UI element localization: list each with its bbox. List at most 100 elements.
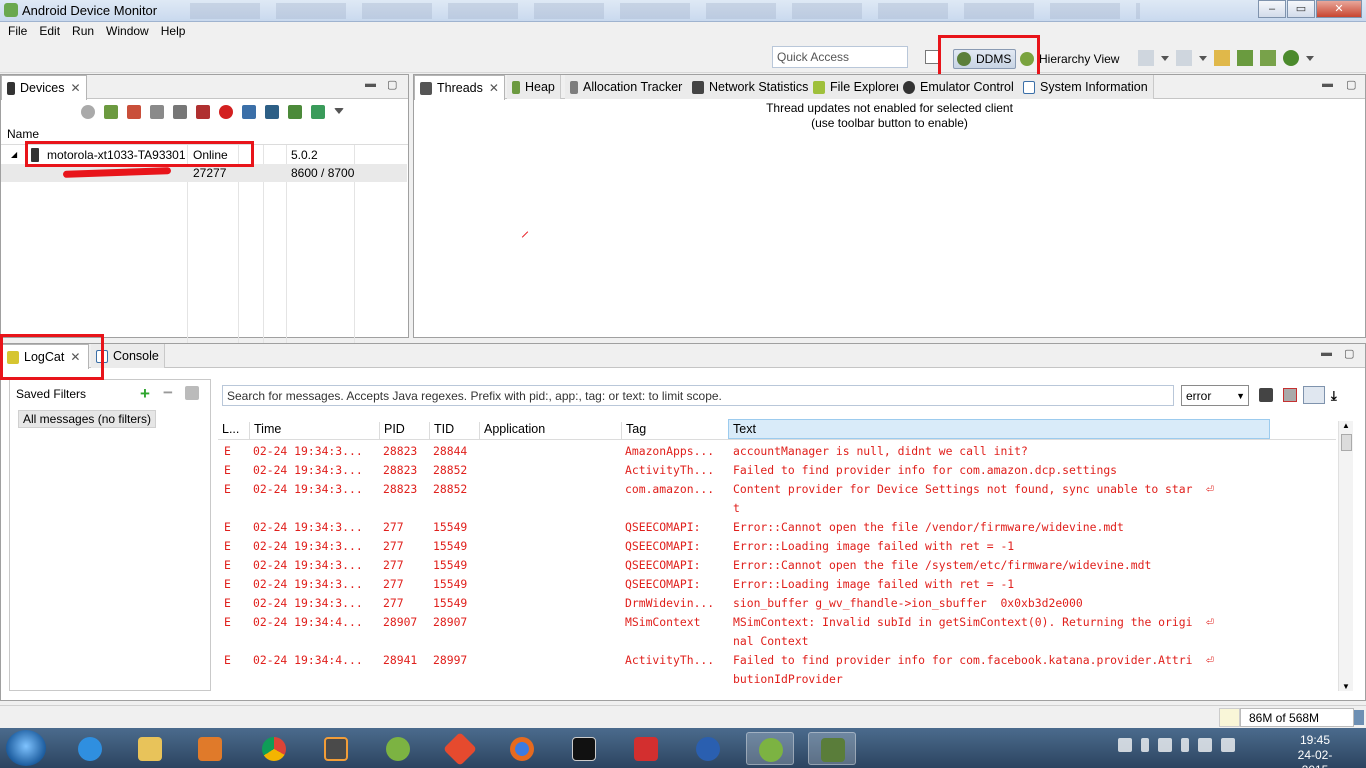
- col-text[interactable]: Text: [728, 419, 1270, 439]
- tab-network-statistics[interactable]: Network Statistics: [687, 75, 815, 99]
- thunderbird-taskbar-button[interactable]: [684, 732, 732, 765]
- menu-help[interactable]: Help: [155, 22, 192, 41]
- open-perspective-icon[interactable]: [925, 50, 939, 64]
- log-row[interactable]: E 02-24 19:34:3... 28823 28852 ActivityTh...…: [218, 463, 1336, 482]
- log-row[interactable]: E 02-24 19:34:3... 277 15549 DrmWidevin... si…: [218, 596, 1336, 615]
- edit-filter-icon[interactable]: [185, 386, 199, 400]
- filter-all-messages[interactable]: All messages (no filters): [18, 410, 157, 428]
- tab-devices[interactable]: Devices ✕: [1, 75, 87, 100]
- col-level[interactable]: L...: [218, 422, 250, 440]
- menu-run[interactable]: Run: [66, 22, 100, 41]
- log-row[interactable]: E 02-24 19:34:3... 28823 28844 AmazonApps...…: [218, 444, 1336, 463]
- log-level-select[interactable]: error ▼: [1181, 385, 1249, 406]
- systrace-icon[interactable]: [288, 105, 302, 119]
- col-pid[interactable]: PID: [379, 422, 429, 440]
- media-player-taskbar-button[interactable]: [186, 732, 234, 765]
- minimize-button[interactable]: –: [1258, 0, 1286, 18]
- menu-file[interactable]: File: [2, 22, 33, 41]
- screen-capture-icon[interactable]: [242, 105, 256, 119]
- opengl-trace-icon[interactable]: [311, 105, 325, 119]
- stop-process-icon[interactable]: [219, 105, 233, 119]
- dump-view-hierarchy-icon[interactable]: [265, 105, 279, 119]
- tab-heap[interactable]: Heap: [507, 75, 561, 99]
- maximize-button[interactable]: ▭: [1287, 0, 1315, 18]
- start-button[interactable]: [6, 730, 46, 766]
- col-application[interactable]: Application: [479, 422, 621, 440]
- scrollbar-thumb[interactable]: [1341, 434, 1352, 451]
- dropdown-arrow-icon-3[interactable]: [1306, 56, 1314, 61]
- log-row[interactable]: E 02-24 19:34:3... 277 15549 QSEECOMAPI: Erro…: [218, 577, 1336, 596]
- tab-emulator-control[interactable]: Emulator Control: [898, 75, 1020, 99]
- minimize-icon[interactable]: ▬: [1322, 78, 1333, 90]
- minimize-icon[interactable]: ▬: [1321, 347, 1332, 359]
- menu-window[interactable]: Window: [100, 22, 155, 41]
- minimize-icon[interactable]: ▬: [365, 78, 376, 90]
- logcat-vertical-scrollbar[interactable]: ▲ ▼: [1338, 421, 1353, 691]
- flag-icon[interactable]: [1158, 738, 1172, 752]
- log-row[interactable]: E 02-24 19:34:4... 28941 28997 ActivityTh...…: [218, 653, 1336, 691]
- log-row[interactable]: E 02-24 19:34:3... 277 15549 QSEECOMAPI: Erro…: [218, 539, 1336, 558]
- tab-file-explorer[interactable]: File Explorer: [808, 75, 907, 99]
- dump-hprof-icon[interactable]: [127, 105, 141, 119]
- run-icon[interactable]: [1283, 50, 1299, 66]
- update-heap-icon[interactable]: [104, 105, 118, 119]
- log-row[interactable]: E 02-24 19:34:3... 28823 28852 com.amazon...…: [218, 482, 1336, 520]
- tab-system-information[interactable]: System Information: [1018, 75, 1154, 99]
- log-row[interactable]: E 02-24 19:34:3... 277 15549 QSEECOMAPI: Erro…: [218, 520, 1336, 539]
- ddms-taskbar-button[interactable]: [808, 732, 856, 765]
- scroll-lock-icon[interactable]: ⤓: [1331, 388, 1337, 404]
- explorer-taskbar-button[interactable]: [126, 732, 174, 765]
- tab-threads[interactable]: Threads ✕: [414, 75, 505, 100]
- toggle-filters-icon[interactable]: [1303, 386, 1325, 404]
- trash-icon[interactable]: [1354, 710, 1364, 725]
- show-hidden-icons-icon[interactable]: [1141, 738, 1149, 752]
- load-icon[interactable]: [1214, 50, 1230, 66]
- close-button[interactable]: ✕: [1316, 0, 1362, 18]
- col-time[interactable]: Time: [249, 422, 379, 440]
- cmd-taskbar-button[interactable]: [560, 732, 608, 765]
- close-icon[interactable]: ✕: [489, 81, 499, 95]
- chrome-taskbar-button[interactable]: [250, 732, 298, 765]
- update-threads-icon[interactable]: [173, 105, 187, 119]
- dropdown-arrow-icon[interactable]: [1161, 56, 1169, 61]
- battery-icon[interactable]: [1181, 738, 1189, 752]
- method-profiling-icon[interactable]: [196, 105, 210, 119]
- close-icon[interactable]: ✕: [70, 81, 80, 95]
- firefox-taskbar-button[interactable]: [498, 732, 546, 765]
- maximize-icon[interactable]: ▢: [387, 78, 397, 91]
- save-log-icon[interactable]: [1259, 388, 1273, 402]
- add-filter-icon[interactable]: +: [140, 384, 150, 404]
- menu-edit[interactable]: Edit: [33, 22, 66, 41]
- cause-gc-icon[interactable]: [150, 105, 164, 119]
- scroll-up-icon[interactable]: ▲: [1342, 421, 1350, 430]
- log-row[interactable]: E 02-24 19:34:4... 28907 28907 MSimContext MS…: [218, 615, 1336, 653]
- heap-status[interactable]: 86M of 568M: [1240, 708, 1354, 727]
- view-menu-icon[interactable]: [334, 108, 344, 114]
- sublime-taskbar-button[interactable]: [312, 732, 360, 765]
- ie-taskbar-button[interactable]: [66, 732, 114, 765]
- git-taskbar-button[interactable]: [436, 732, 484, 766]
- signal-icon[interactable]: [1198, 738, 1212, 752]
- clear-log-icon[interactable]: [1283, 388, 1297, 402]
- debug-icon[interactable]: [81, 105, 95, 119]
- volume-icon[interactable]: [1221, 738, 1235, 752]
- device-screen-icon[interactable]: [1260, 50, 1276, 66]
- remove-filter-icon[interactable]: −: [163, 383, 173, 403]
- tab-allocation-tracker[interactable]: Allocation Tracker: [565, 75, 689, 99]
- keyboard-icon[interactable]: [1118, 738, 1132, 752]
- expand-arrow-icon[interactable]: ◢: [11, 150, 17, 159]
- taskbar-clock[interactable]: 19:45 24-02-2015: [1285, 733, 1345, 768]
- col-tag[interactable]: Tag: [621, 422, 728, 440]
- android-studio-taskbar-button[interactable]: [374, 732, 422, 765]
- android-monitor-taskbar-button[interactable]: [746, 732, 794, 765]
- q-app-taskbar-button[interactable]: [622, 732, 670, 765]
- logcat-search-input[interactable]: Search for messages. Accepts Java regexe…: [222, 385, 1174, 406]
- col-tid[interactable]: TID: [429, 422, 479, 440]
- scroll-down-icon[interactable]: ▼: [1342, 682, 1350, 691]
- dropdown-arrow-icon-2[interactable]: [1199, 56, 1207, 61]
- maximize-icon[interactable]: ▢: [1344, 347, 1354, 360]
- export-icon[interactable]: [1176, 50, 1192, 66]
- maximize-icon[interactable]: ▢: [1346, 78, 1356, 91]
- quick-access-input[interactable]: Quick Access: [772, 46, 908, 68]
- log-row[interactable]: E 02-24 19:34:3... 277 15549 QSEECOMAPI: Erro…: [218, 558, 1336, 577]
